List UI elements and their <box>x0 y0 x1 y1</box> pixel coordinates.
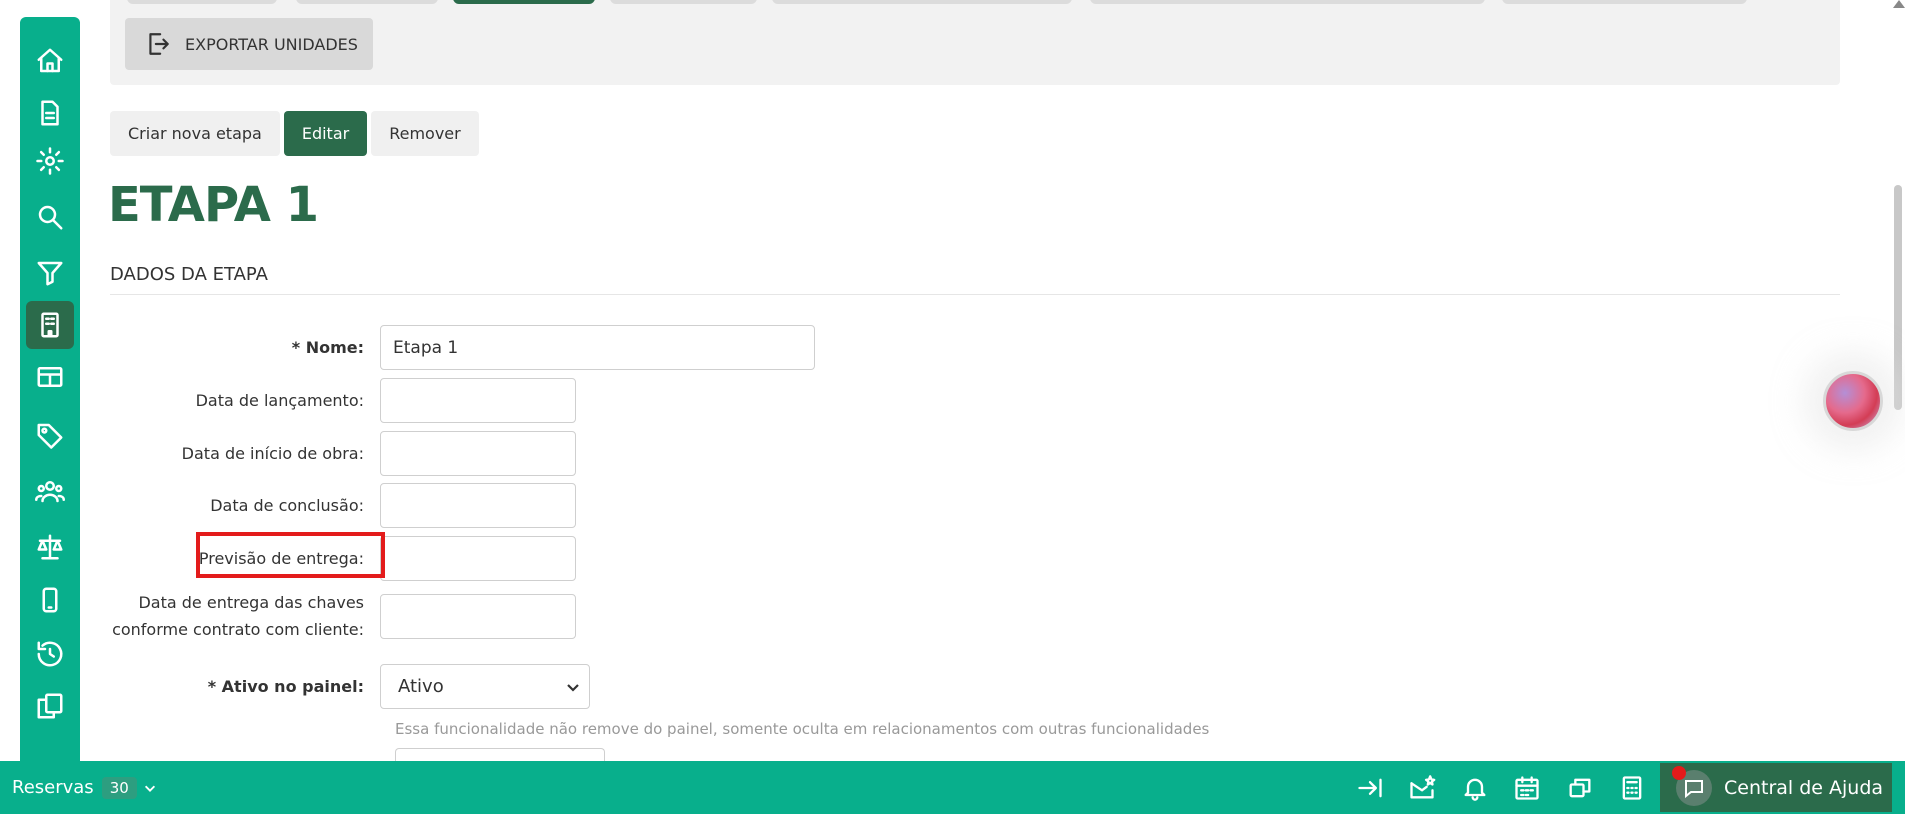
sidebar-item-mobile[interactable] <box>26 576 74 624</box>
notification-dot <box>1672 765 1686 780</box>
bottom-expand-button[interactable] <box>1353 771 1387 805</box>
launch-date-input[interactable] <box>380 378 576 423</box>
sidebar-item-table[interactable] <box>26 353 74 401</box>
chevron-down-icon <box>567 684 579 692</box>
tab-stub[interactable] <box>772 0 1072 4</box>
active-help-text: Essa funcionalidade não remove do painel… <box>395 720 1210 738</box>
form-row-launch-date: Data de lançamento: <box>110 378 576 423</box>
tab-stub-active[interactable] <box>453 0 595 4</box>
name-input[interactable] <box>380 325 815 370</box>
start-date-label: Data de início de obra: <box>181 444 364 463</box>
form-row-name: * Nome: <box>110 325 815 370</box>
form-row-start-date: Data de início de obra: <box>110 431 576 476</box>
toolbar-panel: EXPORTAR UNIDADES <box>110 0 1840 85</box>
completion-date-input[interactable] <box>380 483 576 528</box>
arrow-to-right-icon <box>1358 778 1382 798</box>
tab-stub[interactable] <box>127 0 277 4</box>
section-title: DADOS DA ETAPA <box>110 264 268 285</box>
tag-icon <box>37 423 63 449</box>
mail-star-icon <box>1410 775 1436 799</box>
page-title: ETAPA 1 <box>108 177 319 233</box>
scroll-up-arrow[interactable] <box>1893 0 1905 8</box>
bottom-calendar-button[interactable] <box>1510 771 1544 805</box>
building-icon <box>41 312 59 338</box>
start-date-input[interactable] <box>380 431 576 476</box>
remove-button[interactable]: Remover <box>371 111 479 156</box>
keys-date-label-line2: conforme contrato com cliente: <box>112 620 364 639</box>
sidebar-item-legal[interactable] <box>26 523 74 571</box>
bottom-windows-button[interactable] <box>1563 771 1597 805</box>
highlight-box <box>196 532 385 578</box>
windows-icon <box>1569 778 1591 798</box>
search-icon <box>38 205 63 230</box>
help-center-label: Central de Ajuda <box>1724 776 1884 799</box>
reservas-count-badge: 30 <box>101 776 137 799</box>
history-icon <box>37 641 63 667</box>
sidebar-item-settings[interactable] <box>26 137 74 185</box>
active-select-value: Ativo <box>398 676 444 697</box>
bottom-notifications-button[interactable] <box>1458 771 1492 805</box>
sidebar-item-tags[interactable] <box>26 411 74 459</box>
gear-icon <box>36 147 64 175</box>
scrollbar-thumb[interactable] <box>1894 185 1902 410</box>
calculator-icon <box>1622 776 1642 800</box>
sidebar-item-history[interactable] <box>26 630 74 678</box>
scale-icon <box>37 534 63 560</box>
sidebar-item-copy[interactable] <box>26 682 74 730</box>
edit-button[interactable]: Editar <box>283 111 368 156</box>
form-row-keys-date: Data de entrega das chaves conforme cont… <box>110 589 576 643</box>
users-icon <box>35 481 65 503</box>
keys-date-label-line1: Data de entrega das chaves <box>138 593 364 612</box>
bottom-calculator-button[interactable] <box>1615 771 1649 805</box>
section-divider <box>110 294 1840 295</box>
sidebar-item-documents[interactable] <box>26 89 74 137</box>
help-center-button[interactable]: Central de Ajuda <box>1660 763 1892 812</box>
delivery-forecast-input[interactable] <box>380 536 576 581</box>
tab-stub[interactable] <box>1502 0 1747 4</box>
tab-stub[interactable] <box>610 0 757 4</box>
create-stage-button[interactable]: Criar nova etapa <box>110 111 280 156</box>
bell-icon <box>1464 778 1486 801</box>
stage-actions: Criar nova etapa Editar Remover <box>110 111 479 156</box>
table-icon <box>37 367 63 387</box>
mobile-icon <box>42 587 58 613</box>
completion-date-label: Data de conclusão: <box>210 496 364 515</box>
active-label: * Ativo no painel: <box>207 677 364 696</box>
sidebar-item-filter[interactable] <box>26 249 74 297</box>
reservas-button[interactable]: Reservas 30 <box>12 776 157 799</box>
sidebar-item-users[interactable] <box>26 467 74 515</box>
keys-date-input[interactable] <box>380 593 576 639</box>
calendar-icon <box>1515 776 1539 800</box>
keys-date-label: Data de entrega das chaves conforme cont… <box>110 589 380 643</box>
export-units-button[interactable]: EXPORTAR UNIDADES <box>125 18 373 70</box>
sidebar-item-buildings[interactable] <box>26 301 74 349</box>
document-icon <box>41 100 59 126</box>
export-icon <box>149 33 169 55</box>
home-icon <box>37 48 63 73</box>
sidebar-item-search[interactable] <box>26 193 74 241</box>
sidebar <box>20 17 80 761</box>
form-row-active: * Ativo no painel: Ativo <box>110 664 590 709</box>
export-units-label: EXPORTAR UNIDADES <box>185 34 358 54</box>
assistant-orb[interactable] <box>1823 371 1883 431</box>
form-row-completion-date: Data de conclusão: <box>110 483 576 528</box>
name-label: * Nome: <box>291 338 364 357</box>
chat-icon <box>1672 765 1712 806</box>
tab-stub[interactable] <box>296 0 438 4</box>
filter-icon <box>37 261 63 286</box>
bottom-mail-button[interactable] <box>1405 771 1439 805</box>
chevron-down-icon <box>144 785 155 792</box>
reservas-label: Reservas <box>12 777 94 798</box>
tab-stub[interactable] <box>1090 0 1485 4</box>
sidebar-item-home[interactable] <box>26 37 74 85</box>
launch-date-label: Data de lançamento: <box>195 391 364 410</box>
active-select[interactable]: Ativo <box>380 664 590 709</box>
copy-icon <box>37 693 63 719</box>
